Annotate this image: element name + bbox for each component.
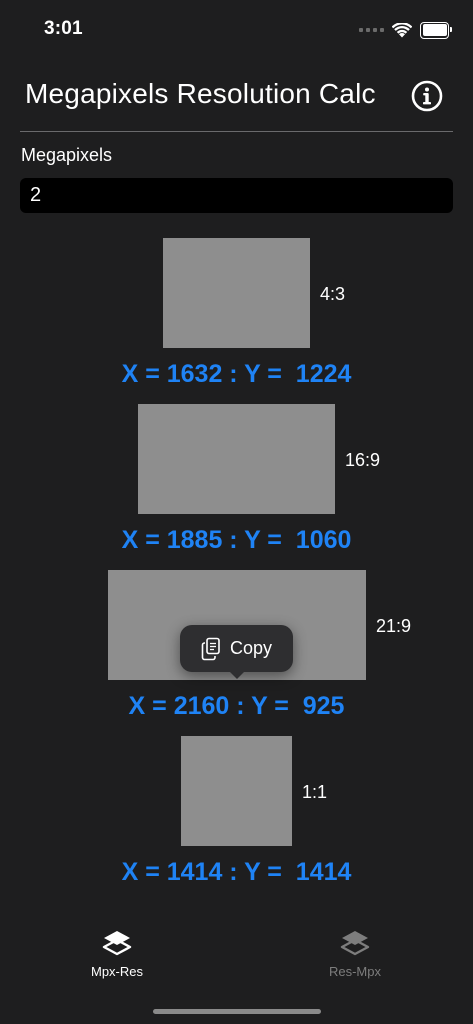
tab-res-mpx[interactable]: Res-Mpx — [295, 928, 415, 979]
status-icons — [359, 19, 452, 41]
info-circle-icon[interactable] — [411, 80, 443, 112]
tab-label-res-mpx: Res-Mpx — [328, 964, 381, 979]
header-divider — [20, 131, 453, 132]
page-title: Megapixels Resolution Calc — [25, 78, 376, 109]
layers-icon — [102, 931, 132, 956]
tab-mpx-res[interactable]: Mpx-Res — [57, 928, 177, 979]
ratio-label-1-1: 1:1 — [302, 782, 328, 802]
copy-menu-button[interactable]: Copy — [180, 625, 293, 679]
copy-icon — [201, 637, 220, 660]
resolution-result-4-3[interactable]: X = 1632 : Y = 1224 — [0, 360, 473, 389]
ratio-preview-16-9 — [138, 404, 335, 514]
screen: 3:01 Megapixels Resolution Calc Megapixe… — [0, 0, 473, 1024]
home-indicator[interactable] — [153, 1009, 321, 1014]
cellular-signal-icon — [359, 28, 384, 32]
battery-icon — [420, 21, 452, 39]
tab-label-mpx-res: Mpx-Res — [90, 964, 143, 979]
ratio-label-4-3: 4:3 — [320, 284, 346, 304]
resolution-result-21-9[interactable]: X = 2160 : Y = 925 — [0, 692, 473, 721]
megapixels-input[interactable] — [20, 178, 453, 213]
copy-label: Copy — [230, 638, 273, 658]
ratio-preview-1-1 — [181, 736, 292, 846]
wifi-icon — [392, 22, 412, 37]
resolution-result-16-9[interactable]: X = 1885 : Y = 1060 — [0, 526, 473, 555]
status-time: 3:01 — [44, 18, 83, 39]
ratio-label-21-9: 21:9 — [376, 616, 412, 636]
megapixels-label: Megapixels — [21, 145, 113, 165]
resolution-result-1-1[interactable]: X = 1414 : Y = 1414 — [0, 858, 473, 887]
layers-icon — [340, 931, 370, 956]
ratio-preview-4-3 — [163, 238, 310, 348]
ratio-label-16-9: 16:9 — [345, 450, 381, 470]
